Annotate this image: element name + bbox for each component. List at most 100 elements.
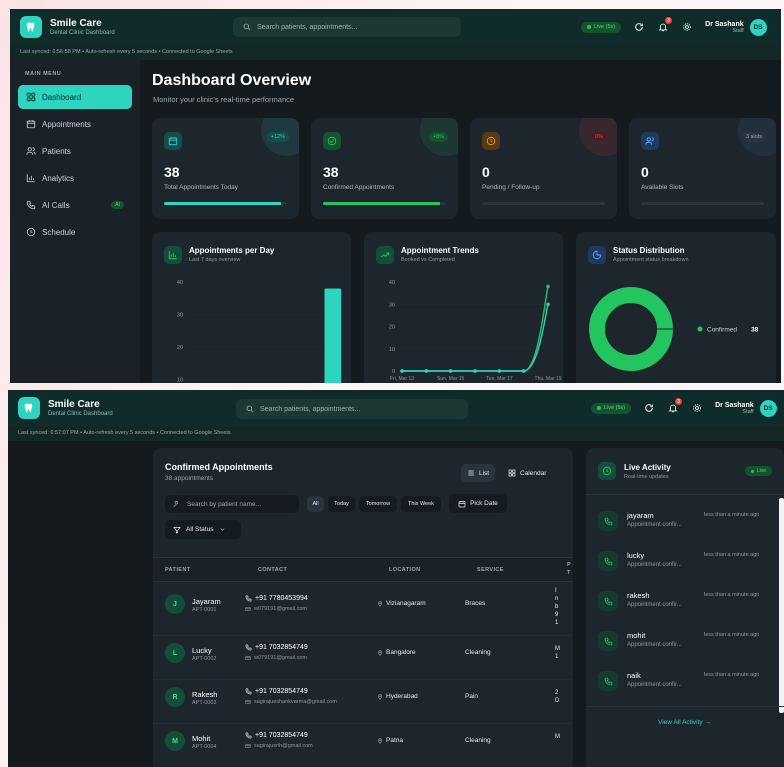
stat-label: Available Slots (641, 184, 684, 191)
list-view-toggle[interactable]: List (461, 464, 496, 482)
stat-card-available[interactable]: 3 slots 0 Available Slots (629, 118, 776, 219)
avatar[interactable]: DS (759, 399, 777, 417)
data-point[interactable] (424, 369, 429, 373)
data-point[interactable] (546, 284, 550, 289)
service-name: Pain (465, 693, 479, 700)
sidebar-item-label: Dashboard (42, 92, 82, 102)
user-info[interactable]: Dr Sashank Staff (715, 402, 754, 415)
filter-today-button[interactable]: Today (328, 496, 355, 512)
sync-status-bar: Last synced: 6:57:07 PM • Auto-refresh e… (8, 426, 784, 441)
phone-icon (245, 644, 252, 651)
brand-subtitle: Dental Clinic Dashboard (50, 30, 115, 36)
activity-name: lucky (627, 551, 645, 560)
patient-name: Jayaram (192, 597, 221, 606)
activity-item[interactable]: rakesh Appointment confir... less than a m… (586, 583, 784, 623)
sidebar-item-dashboard[interactable]: Dashboard (18, 85, 132, 109)
pick-date-button[interactable]: Pick Date (449, 494, 507, 513)
filter-all-button[interactable]: All (307, 496, 324, 512)
search-input[interactable]: Search patients, appointments... (233, 17, 461, 37)
data-point[interactable] (546, 302, 550, 307)
sidebar-item-ai-calls[interactable]: AI Calls AI (18, 193, 132, 217)
activity-description: Appointment confir... (627, 682, 682, 688)
gear-icon[interactable] (681, 21, 693, 33)
avatar: R (165, 687, 185, 707)
status-filter-dropdown[interactable]: All Status (165, 520, 241, 539)
table-row[interactable]: M Mohit APT-0004 +91 7032854749 sagirajusrih… (153, 724, 573, 767)
gear-icon[interactable] (691, 402, 703, 414)
refresh-icon[interactable] (633, 21, 645, 33)
data-point[interactable] (473, 369, 477, 373)
main-content: Dashboard Overview Monitor your clinic's… (140, 60, 781, 383)
pie-slice[interactable] (589, 287, 673, 371)
patient-location: Bangalore (377, 649, 416, 656)
dashboard-screenshot: Smile Care Dental Clinic Dashboard Searc… (10, 9, 781, 383)
brand[interactable]: Smile Care Dental Clinic Dashboard (18, 397, 218, 419)
y-tick-label: 30 (177, 313, 183, 319)
scrollbar[interactable] (779, 498, 784, 713)
sidebar-item-schedule[interactable]: Schedule (18, 220, 132, 244)
search-placeholder: Search patients, appointments... (260, 405, 361, 413)
tooth-icon (18, 397, 40, 419)
data-point[interactable] (521, 369, 526, 373)
avatar: L (165, 643, 185, 663)
sync-status-bar: Last synced: 6:56:58 PM • Auto-refresh e… (10, 45, 781, 60)
patient-name: Mohit (192, 734, 211, 743)
view-all-activity-link[interactable]: View All Activity → (586, 706, 784, 736)
table-row[interactable]: L Lucky APT-0002 +91 7032854749 w079191@gmai… (153, 636, 573, 680)
data-point[interactable] (400, 369, 404, 373)
series-line (402, 286, 549, 372)
search-input[interactable]: Search patients, appointments... (236, 399, 468, 419)
brand[interactable]: Smile Care Dental Clinic Dashboard (20, 16, 220, 38)
data-point[interactable] (448, 369, 453, 373)
filter-tomorrow-button[interactable]: Tomorrow (359, 496, 397, 512)
activity-item[interactable]: lucky Appointment confir... less than a mi… (586, 543, 784, 583)
appointment-id: APT-0001 (192, 607, 217, 613)
live-activity-panel: Live Activity Real-time updates Live jay… (586, 448, 784, 767)
patient-search-input[interactable]: Search by patient name... (165, 495, 299, 513)
activity-time: less than a minute ago (704, 512, 760, 518)
column-header: PATIENT (165, 567, 191, 573)
live-status-badge[interactable]: Live (5s) (581, 21, 622, 33)
top-navbar: Smile Care Dental Clinic Dashboard Searc… (8, 390, 784, 426)
activity-name: naik (627, 671, 641, 680)
live-status-badge[interactable]: Live (5s) (591, 402, 632, 414)
bell-icon[interactable]: 3 (667, 398, 683, 414)
column-header: SERVICE (477, 567, 504, 573)
y-tick-label: 20 (389, 325, 395, 331)
user-info[interactable]: Dr Sashank Staff (705, 21, 744, 34)
activity-item[interactable]: mohit Appointment confir... less than a mi… (586, 623, 784, 663)
stat-progress (641, 202, 764, 205)
line-chart: 40 30 20 10 0Fri, Mar 13 Sun, Mar 15 Tue, Mar … (389, 280, 562, 382)
toolbar: Live (5s) 3 Dr Sashank Staff DS (581, 9, 767, 45)
top-navbar: Smile Care Dental Clinic Dashboard Searc… (10, 9, 781, 45)
patient-email: sagirajusrih@gmail.com (245, 743, 313, 749)
table-row[interactable]: J Jayaram APT-0001 +91 7780453994 w079191@gm… (153, 582, 573, 636)
filter-this-week-button[interactable]: This Week (401, 496, 441, 512)
stat-delta: +8% (428, 132, 448, 142)
brand-name: Smile Care (48, 399, 100, 410)
sidebar-item-appointments[interactable]: Appointments (18, 112, 132, 136)
donut-chart: Confirmed 38 (589, 287, 759, 371)
stat-card-total[interactable]: +12% 38 Total Appointments Today (152, 118, 299, 219)
avatar[interactable]: DS (749, 18, 767, 36)
stat-card-pending[interactable]: 0% 0 Pending / Follow-up (470, 118, 617, 219)
activity-item[interactable]: naik Appointment confir... less than a min… (586, 663, 784, 703)
bar[interactable] (324, 288, 342, 384)
phone-icon (598, 551, 618, 571)
truncated-column: 2D (555, 690, 560, 704)
patient-name: Lucky (192, 646, 212, 655)
panel-subtitle: Real-time updates (624, 474, 669, 480)
sidebar-item-patients[interactable]: Patients (18, 139, 132, 163)
refresh-icon[interactable] (643, 402, 655, 414)
y-tick-label: 10 (177, 378, 183, 384)
calendar-view-toggle[interactable]: Calendar (502, 464, 552, 482)
sidebar-item-analytics[interactable]: Analytics (18, 166, 132, 190)
stat-delta: 0% (591, 132, 607, 142)
stat-value: 0 (641, 164, 649, 180)
avatar: J (165, 594, 185, 614)
activity-item[interactable]: jayaram Appointment confir... less than a … (586, 503, 784, 543)
table-row[interactable]: R Rakesh APT-0003 +91 7032854749 sagirajuesh… (153, 680, 573, 724)
data-point[interactable] (497, 369, 502, 373)
bell-icon[interactable]: 3 (657, 17, 673, 33)
stat-card-confirmed[interactable]: +8% 38 Confirmed Appointments (311, 118, 458, 219)
